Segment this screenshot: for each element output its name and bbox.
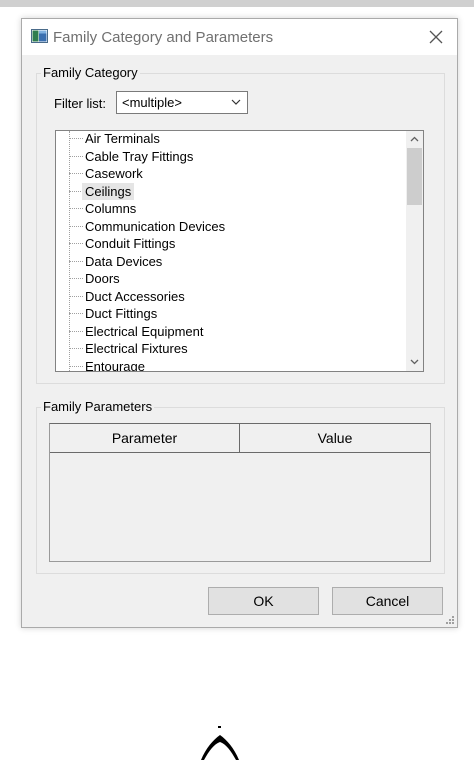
tree-item[interactable]: Communication Devices xyxy=(56,218,406,236)
column-header-value[interactable]: Value xyxy=(240,424,430,452)
tree-connector xyxy=(69,155,83,157)
family-parameters-group: Family Parameters Parameter Value xyxy=(36,399,445,574)
tree-item-label[interactable]: Casework xyxy=(82,165,146,182)
column-header-parameter[interactable]: Parameter xyxy=(50,424,240,452)
tree-item-label[interactable]: Ceilings xyxy=(82,182,135,200)
cancel-button[interactable]: Cancel xyxy=(332,587,443,615)
tree-item-label[interactable]: Doors xyxy=(82,270,123,287)
tree-item[interactable]: Duct Fittings xyxy=(56,305,406,323)
tree-item[interactable]: Cable Tray Fittings xyxy=(56,148,406,166)
title-bar: Family Category and Parameters xyxy=(22,19,457,55)
filter-list-dropdown[interactable]: <multiple> xyxy=(116,91,248,114)
tree-scrollbar[interactable] xyxy=(406,131,423,371)
revit-family-icon xyxy=(31,29,48,43)
filter-list-label: Filter list: xyxy=(54,96,106,111)
tree-connector xyxy=(69,243,83,244)
parameters-table: Parameter Value xyxy=(49,423,431,562)
family-parameters-label: Family Parameters xyxy=(41,399,155,414)
scroll-up-button[interactable] xyxy=(406,131,423,148)
tree-connector xyxy=(69,173,83,174)
tree-item[interactable]: Electrical Fixtures xyxy=(56,340,406,358)
family-category-label: Family Category xyxy=(41,65,140,80)
tree-item[interactable]: Air Terminals xyxy=(56,131,406,148)
tree-item[interactable]: Columns xyxy=(56,200,406,218)
close-icon xyxy=(429,30,443,44)
window-title: Family Category and Parameters xyxy=(53,29,274,46)
tree-item[interactable]: Data Devices xyxy=(56,253,406,271)
tree-item-label[interactable]: Electrical Fixtures xyxy=(82,340,191,357)
tree-connector xyxy=(69,330,83,332)
family-category-group: Family Category Filter list: <multiple> … xyxy=(36,65,445,384)
tree-connector xyxy=(69,260,83,262)
chevron-up-icon xyxy=(410,136,419,142)
scroll-down-button[interactable] xyxy=(406,354,423,371)
tree-item-label[interactable]: Data Devices xyxy=(82,253,165,270)
tree-connector xyxy=(69,278,83,279)
tree-item-label[interactable]: Duct Fittings xyxy=(82,305,160,322)
resize-grip-icon[interactable] xyxy=(445,615,455,625)
tree-item-label[interactable]: Duct Accessories xyxy=(82,288,188,305)
tree-item-label[interactable]: Conduit Fittings xyxy=(82,235,178,252)
tree-item-label[interactable]: Cable Tray Fittings xyxy=(82,148,196,165)
scroll-up-arrow-icon[interactable] xyxy=(198,724,242,764)
ok-button[interactable]: OK xyxy=(208,587,319,615)
tree-connector xyxy=(69,225,83,227)
chevron-down-icon xyxy=(410,359,419,365)
tree-item-label[interactable]: Columns xyxy=(82,200,139,217)
tree-item-label[interactable]: Entourage xyxy=(82,358,148,372)
tree-item[interactable]: Doors xyxy=(56,270,406,288)
tree-connector xyxy=(69,138,83,139)
scroll-thumb[interactable] xyxy=(407,148,422,205)
tree-connector xyxy=(69,313,83,314)
tree-item-label[interactable]: Electrical Equipment xyxy=(82,323,207,340)
background-strip xyxy=(0,0,474,7)
tree-item-label[interactable]: Air Terminals xyxy=(82,131,163,147)
tree-connector xyxy=(69,365,83,367)
filter-list-value: <multiple> xyxy=(122,95,182,110)
category-tree[interactable]: Air Terminals Cable Tray Fittings Casework… xyxy=(55,130,424,372)
chevron-down-icon xyxy=(231,99,241,105)
category-list: Air Terminals Cable Tray Fittings Casework… xyxy=(56,131,406,372)
tree-item[interactable]: Duct Accessories xyxy=(56,288,406,306)
tree-connector xyxy=(69,190,83,192)
tree-item[interactable]: Entourage xyxy=(56,358,406,372)
tree-connector xyxy=(69,348,83,349)
tree-item[interactable]: Electrical Equipment xyxy=(56,323,406,341)
close-button[interactable] xyxy=(421,23,451,51)
family-category-dialog: Family Category and Parameters Family Ca… xyxy=(21,18,458,628)
tree-connector xyxy=(69,208,83,209)
tree-connector xyxy=(69,295,83,297)
table-header: Parameter Value xyxy=(50,424,430,453)
tree-item[interactable]: Conduit Fittings xyxy=(56,235,406,253)
tree-item[interactable]: Ceilings xyxy=(56,182,406,201)
tree-item[interactable]: Casework xyxy=(56,165,406,183)
tree-item-label[interactable]: Communication Devices xyxy=(82,218,228,235)
